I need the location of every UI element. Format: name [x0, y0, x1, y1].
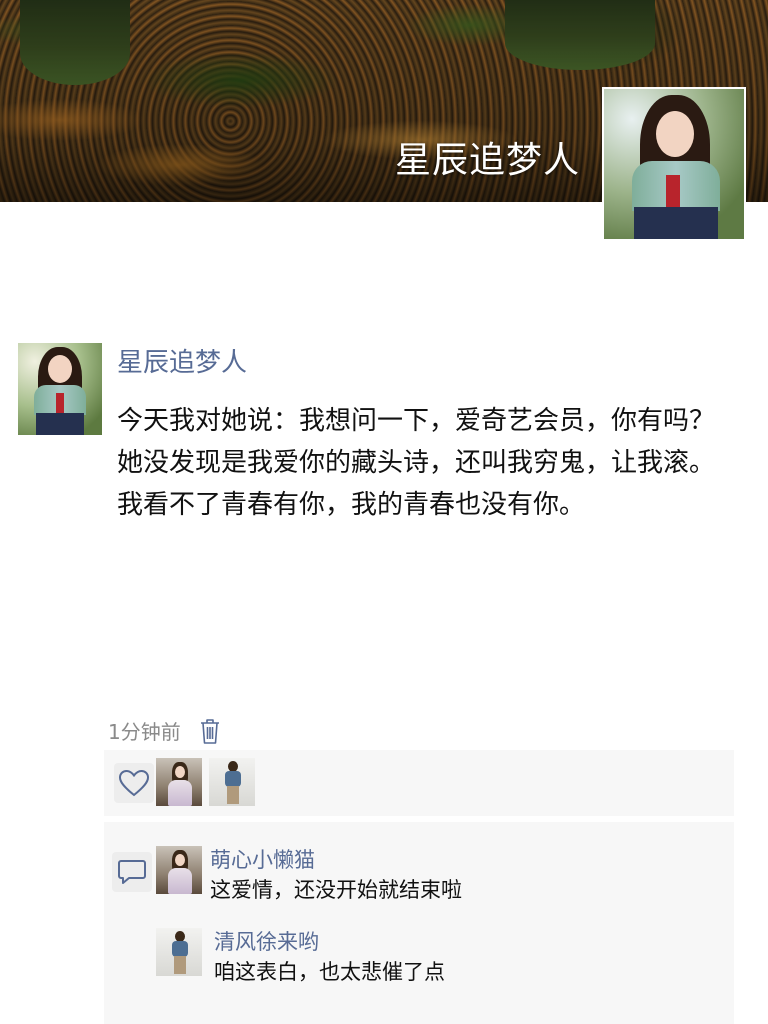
post-author-name[interactable]: 星辰追梦人 — [117, 342, 247, 379]
commenter-name[interactable]: 清风徐来哟 — [214, 926, 319, 956]
likes-panel — [104, 750, 734, 816]
profile-avatar[interactable] — [602, 87, 746, 241]
liker-avatar[interactable] — [209, 758, 255, 806]
commenter-avatar[interactable] — [156, 846, 202, 894]
comment-text: 咱这表白，也太悲催了点 — [214, 960, 445, 984]
commenter-name[interactable]: 萌心小懒猫 — [210, 844, 315, 874]
comment-icon — [112, 852, 152, 892]
comments-panel: 萌心小懒猫 这爱情，还没开始就结束啦 清风徐来哟 咱这表白，也太悲催了点 — [104, 822, 734, 1024]
profile-name: 星辰追梦人 — [394, 140, 580, 181]
post-time: 1分钟前 — [108, 720, 181, 744]
commenter-avatar[interactable] — [156, 928, 202, 976]
comment-text: 这爱情，还没开始就结束啦 — [210, 878, 462, 902]
heart-icon — [114, 763, 154, 803]
liker-avatar[interactable] — [156, 758, 202, 806]
post-meta: 1分钟前 — [108, 716, 221, 745]
trash-icon[interactable] — [199, 717, 221, 745]
post-author-avatar[interactable] — [18, 343, 102, 435]
post-content: 今天我对她说：我想问一下，爱奇艺会员，你有吗？她没发现是我爱你的藏头诗，还叫我穷… — [117, 406, 716, 520]
